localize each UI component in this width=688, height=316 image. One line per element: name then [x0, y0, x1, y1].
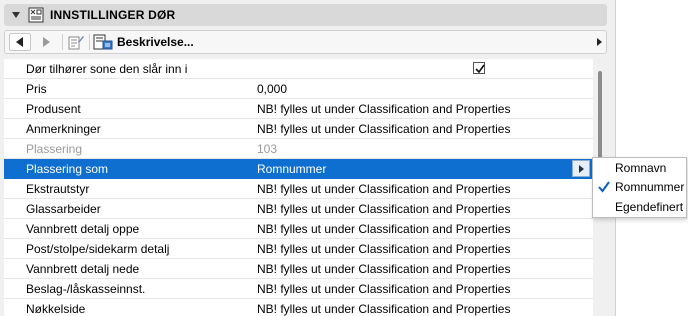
menu-item-label: Egendefinert	[615, 200, 684, 214]
property-row[interactable]: Ekstrautstyr NB! fylles ut under Classif…	[4, 179, 593, 199]
arrow-left-icon	[16, 37, 23, 47]
forward-button[interactable]	[35, 33, 57, 51]
arrow-right-icon	[43, 37, 50, 47]
settings-panel: INNSTILLINGER DØR Beskrivelse... Dør til…	[0, 0, 615, 316]
property-row[interactable]: Pris 0,000	[4, 79, 593, 99]
zone-checkbox[interactable]	[473, 62, 485, 74]
property-value[interactable]: Romnummer	[257, 162, 326, 176]
property-name: Plassering som	[26, 162, 109, 176]
property-name: Pris	[26, 82, 47, 96]
menu-item-romnummer[interactable]: Romnummer	[593, 178, 686, 197]
property-name: Glassarbeider	[26, 202, 101, 216]
section-header[interactable]: INNSTILLINGER DØR	[4, 4, 607, 26]
property-value[interactable]: NB! fylles ut under Classification and P…	[257, 102, 510, 116]
property-value[interactable]: NB! fylles ut under Classification and P…	[257, 122, 510, 136]
property-name: Plassering	[26, 142, 83, 156]
menu-item-romnavn[interactable]: Romnavn	[593, 159, 686, 178]
property-row: Plassering 103	[4, 139, 593, 159]
property-row-selected[interactable]: Plassering som Romnummer	[4, 159, 593, 179]
property-row[interactable]: Dør tilhører sone den slår inn i	[4, 59, 593, 79]
properties-grid: Dør tilhører sone den slår inn i Pris 0,…	[4, 59, 593, 316]
menu-item-label: Romnavn	[615, 161, 667, 175]
property-name: Vannbrett detalj nede	[26, 262, 140, 276]
property-value[interactable]: NB! fylles ut under Classification and P…	[257, 222, 510, 236]
door-settings-icon	[28, 7, 44, 23]
section-title: INNSTILLINGER DØR	[50, 8, 176, 22]
property-name: Nøkkelside	[26, 302, 86, 316]
property-name: Beslag-/låskasseinnst.	[26, 282, 146, 296]
property-value[interactable]: 0,000	[257, 82, 287, 96]
property-value[interactable]: NB! fylles ut under Classification and P…	[257, 262, 510, 276]
description-dropdown[interactable]: Beskrivelse...	[117, 35, 194, 49]
property-row[interactable]: Vannbrett detalj oppe NB! fylles ut unde…	[4, 219, 593, 239]
property-row[interactable]: Anmerkninger NB! fylles ut under Classif…	[4, 119, 593, 139]
property-value[interactable]: NB! fylles ut under Classification and P…	[257, 182, 510, 196]
menu-item-label: Romnummer	[615, 180, 685, 194]
menu-item-egendefinert[interactable]: Egendefinert	[593, 198, 686, 217]
property-row[interactable]: Glassarbeider NB! fylles ut under Classi…	[4, 199, 593, 219]
property-value[interactable]: NB! fylles ut under Classification and P…	[257, 282, 510, 296]
property-row[interactable]: Nøkkelside NB! fylles ut under Classific…	[4, 299, 593, 316]
property-value[interactable]: NB! fylles ut under Classification and P…	[257, 242, 510, 256]
property-name: Dør tilhører sone den slår inn i	[26, 62, 188, 76]
check-icon	[475, 64, 485, 74]
property-row[interactable]: Produsent NB! fylles ut under Classifica…	[4, 99, 593, 119]
property-name: Vannbrett detalj oppe	[26, 222, 140, 236]
toolbar-divider	[89, 34, 90, 50]
property-name: Ekstrautstyr	[26, 182, 90, 196]
description-icon	[93, 34, 113, 50]
property-value[interactable]: NB! fylles ut under Classification and P…	[257, 302, 510, 316]
chevron-right-icon	[579, 165, 584, 173]
placement-dropdown-menu: Romnavn Romnummer Egendefinert	[592, 157, 687, 218]
property-name: Post/stolpe/sidekarm detalj	[26, 242, 170, 256]
property-value[interactable]: NB! fylles ut under Classification and P…	[257, 202, 510, 216]
property-row[interactable]: Beslag-/låskasseinnst. NB! fylles ut und…	[4, 279, 593, 299]
collapse-triangle-icon[interactable]	[12, 12, 20, 18]
edit-properties-icon[interactable]	[67, 34, 85, 50]
toolbar-divider	[62, 34, 63, 50]
toolbar: Beskrivelse...	[4, 30, 607, 54]
property-name: Produsent	[26, 102, 81, 116]
property-row[interactable]: Post/stolpe/sidekarm detalj NB! fylles u…	[4, 239, 593, 259]
property-row[interactable]: Vannbrett detalj nede NB! fylles ut unde…	[4, 259, 593, 279]
back-button[interactable]	[9, 33, 31, 51]
toolbar-more-icon[interactable]	[597, 38, 602, 46]
property-value: 103	[257, 142, 278, 156]
property-name: Anmerkninger	[26, 122, 101, 136]
checkmark-icon	[598, 181, 610, 193]
value-dropdown-button[interactable]	[572, 160, 590, 177]
